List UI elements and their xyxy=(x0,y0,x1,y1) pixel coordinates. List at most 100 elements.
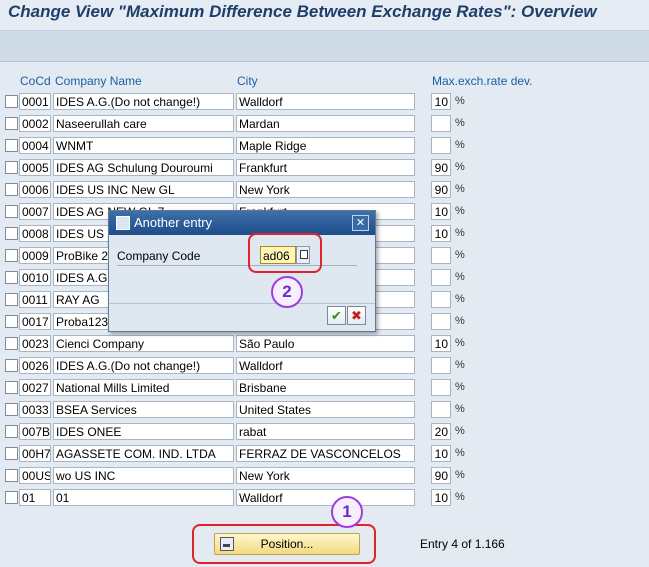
row-select-checkbox[interactable] xyxy=(5,469,18,482)
table-row[interactable]: 0023 Cienci Company São Paulo 10% xyxy=(0,334,649,354)
company-name-cell[interactable]: 01 xyxy=(53,489,234,506)
table-row[interactable]: 0004 WNMT Maple Ridge% xyxy=(0,136,649,156)
cocd-cell[interactable]: 0011 xyxy=(19,291,51,308)
max-exch-rate-dev-cell[interactable] xyxy=(431,401,451,418)
row-select-checkbox[interactable] xyxy=(5,447,18,460)
row-select-checkbox[interactable] xyxy=(5,403,18,416)
max-exch-rate-dev-cell[interactable] xyxy=(431,313,451,330)
city-cell[interactable]: rabat xyxy=(236,423,415,440)
company-name-cell[interactable]: IDES ONEE xyxy=(53,423,234,440)
max-exch-rate-dev-cell[interactable]: 10 xyxy=(431,335,451,352)
max-exch-rate-dev-cell[interactable]: 90 xyxy=(431,467,451,484)
cocd-cell[interactable]: 0004 xyxy=(19,137,51,154)
ok-button[interactable]: ✔ xyxy=(327,306,346,325)
row-select-checkbox[interactable] xyxy=(5,271,18,284)
max-exch-rate-dev-cell[interactable]: 10 xyxy=(431,93,451,110)
row-select-checkbox[interactable] xyxy=(5,183,18,196)
max-exch-rate-dev-cell[interactable]: 20 xyxy=(431,423,451,440)
city-cell[interactable]: United States xyxy=(236,401,415,418)
city-cell[interactable]: Maple Ridge xyxy=(236,137,415,154)
cocd-cell[interactable]: 0026 xyxy=(19,357,51,374)
max-exch-rate-dev-cell[interactable] xyxy=(431,247,451,264)
max-exch-rate-dev-cell[interactable] xyxy=(431,291,451,308)
row-select-checkbox[interactable] xyxy=(5,139,18,152)
row-select-checkbox[interactable] xyxy=(5,337,18,350)
max-exch-rate-dev-cell[interactable] xyxy=(431,137,451,154)
max-exch-rate-dev-cell[interactable] xyxy=(431,115,451,132)
row-select-checkbox[interactable] xyxy=(5,425,18,438)
city-cell[interactable]: Walldorf xyxy=(236,357,415,374)
column-header-cocd[interactable]: CoCd xyxy=(20,74,51,88)
city-cell[interactable]: Walldorf xyxy=(236,489,415,506)
table-row[interactable]: 007B IDES ONEE rabat 20% xyxy=(0,422,649,442)
company-name-cell[interactable]: IDES A.G.(Do not change!) xyxy=(53,357,234,374)
row-select-checkbox[interactable] xyxy=(5,205,18,218)
cocd-cell[interactable]: 00US xyxy=(19,467,51,484)
table-row[interactable]: 0005 IDES AG Schulung Douroumi Frankfurt 90… xyxy=(0,158,649,178)
city-cell[interactable]: Walldorf xyxy=(236,93,415,110)
max-exch-rate-dev-cell[interactable]: 10 xyxy=(431,489,451,506)
max-exch-rate-dev-cell[interactable]: 10 xyxy=(431,445,451,462)
company-name-cell[interactable]: wo US INC xyxy=(53,467,234,484)
company-name-cell[interactable]: National Mills Limited xyxy=(53,379,234,396)
close-icon[interactable]: ✕ xyxy=(352,215,369,231)
row-select-checkbox[interactable] xyxy=(5,359,18,372)
company-name-cell[interactable]: WNMT xyxy=(53,137,234,154)
max-exch-rate-dev-cell[interactable]: 90 xyxy=(431,181,451,198)
table-row[interactable]: 01 01 Walldorf 10% xyxy=(0,488,649,508)
cocd-cell[interactable]: 0006 xyxy=(19,181,51,198)
city-cell[interactable]: Frankfurt xyxy=(236,159,415,176)
max-exch-rate-dev-cell[interactable]: 10 xyxy=(431,203,451,220)
row-select-checkbox[interactable] xyxy=(5,249,18,262)
company-name-cell[interactable]: IDES A.G.(Do not change!) xyxy=(53,93,234,110)
cocd-cell[interactable]: 0005 xyxy=(19,159,51,176)
city-cell[interactable]: Mardan xyxy=(236,115,415,132)
table-row[interactable]: 00US wo US INC New York 90% xyxy=(0,466,649,486)
company-name-cell[interactable]: Cienci Company xyxy=(53,335,234,352)
column-header-max-exch-rate-dev[interactable]: Max.exch.rate dev. xyxy=(432,74,533,88)
table-row[interactable]: 0002 Naseerullah care Mardan% xyxy=(0,114,649,134)
cocd-cell[interactable]: 0002 xyxy=(19,115,51,132)
max-exch-rate-dev-cell[interactable] xyxy=(431,379,451,396)
cocd-cell[interactable]: 00H7 xyxy=(19,445,51,462)
city-cell[interactable]: São Paulo xyxy=(236,335,415,352)
city-cell[interactable]: New York xyxy=(236,467,415,484)
position-button[interactable]: Position... xyxy=(214,533,360,555)
cocd-cell[interactable]: 0001 xyxy=(19,93,51,110)
row-select-checkbox[interactable] xyxy=(5,95,18,108)
max-exch-rate-dev-cell[interactable] xyxy=(431,357,451,374)
cocd-cell[interactable]: 0033 xyxy=(19,401,51,418)
city-cell[interactable]: FERRAZ DE VASCONCELOS xyxy=(236,445,415,462)
table-row[interactable]: 0001 IDES A.G.(Do not change!) Walldorf 10% xyxy=(0,92,649,112)
table-row[interactable]: 0027 National Mills Limited Brisbane% xyxy=(0,378,649,398)
table-row[interactable]: 0026 IDES A.G.(Do not change!) Walldorf% xyxy=(0,356,649,376)
row-select-checkbox[interactable] xyxy=(5,491,18,504)
company-name-cell[interactable]: BSEA Services xyxy=(53,401,234,418)
table-row[interactable]: 00H7 AGASSETE COM. IND. LTDA FERRAZ DE VAS… xyxy=(0,444,649,464)
cocd-cell[interactable]: 0027 xyxy=(19,379,51,396)
row-select-checkbox[interactable] xyxy=(5,315,18,328)
cocd-cell[interactable]: 0009 xyxy=(19,247,51,264)
row-select-checkbox[interactable] xyxy=(5,227,18,240)
cocd-cell[interactable]: 0023 xyxy=(19,335,51,352)
cocd-cell[interactable]: 007B xyxy=(19,423,51,440)
company-name-cell[interactable]: IDES AG Schulung Douroumi xyxy=(53,159,234,176)
city-cell[interactable]: New York xyxy=(236,181,415,198)
row-select-checkbox[interactable] xyxy=(5,381,18,394)
max-exch-rate-dev-cell[interactable]: 90 xyxy=(431,159,451,176)
company-name-cell[interactable]: AGASSETE COM. IND. LTDA xyxy=(53,445,234,462)
cocd-cell[interactable]: 01 xyxy=(19,489,51,506)
cancel-button[interactable]: ✖ xyxy=(347,306,366,325)
cocd-cell[interactable]: 0007 xyxy=(19,203,51,220)
cocd-cell[interactable]: 0017 xyxy=(19,313,51,330)
column-header-company-name[interactable]: Company Name xyxy=(55,74,142,88)
table-row[interactable]: 0006 IDES US INC New GL New York 90% xyxy=(0,180,649,200)
row-select-checkbox[interactable] xyxy=(5,117,18,130)
table-row[interactable]: 0033 BSEA Services United States% xyxy=(0,400,649,420)
city-cell[interactable]: Brisbane xyxy=(236,379,415,396)
max-exch-rate-dev-cell[interactable]: 10 xyxy=(431,225,451,242)
cocd-cell[interactable]: 0008 xyxy=(19,225,51,242)
cocd-cell[interactable]: 0010 xyxy=(19,269,51,286)
column-header-city[interactable]: City xyxy=(237,74,258,88)
row-select-checkbox[interactable] xyxy=(5,161,18,174)
